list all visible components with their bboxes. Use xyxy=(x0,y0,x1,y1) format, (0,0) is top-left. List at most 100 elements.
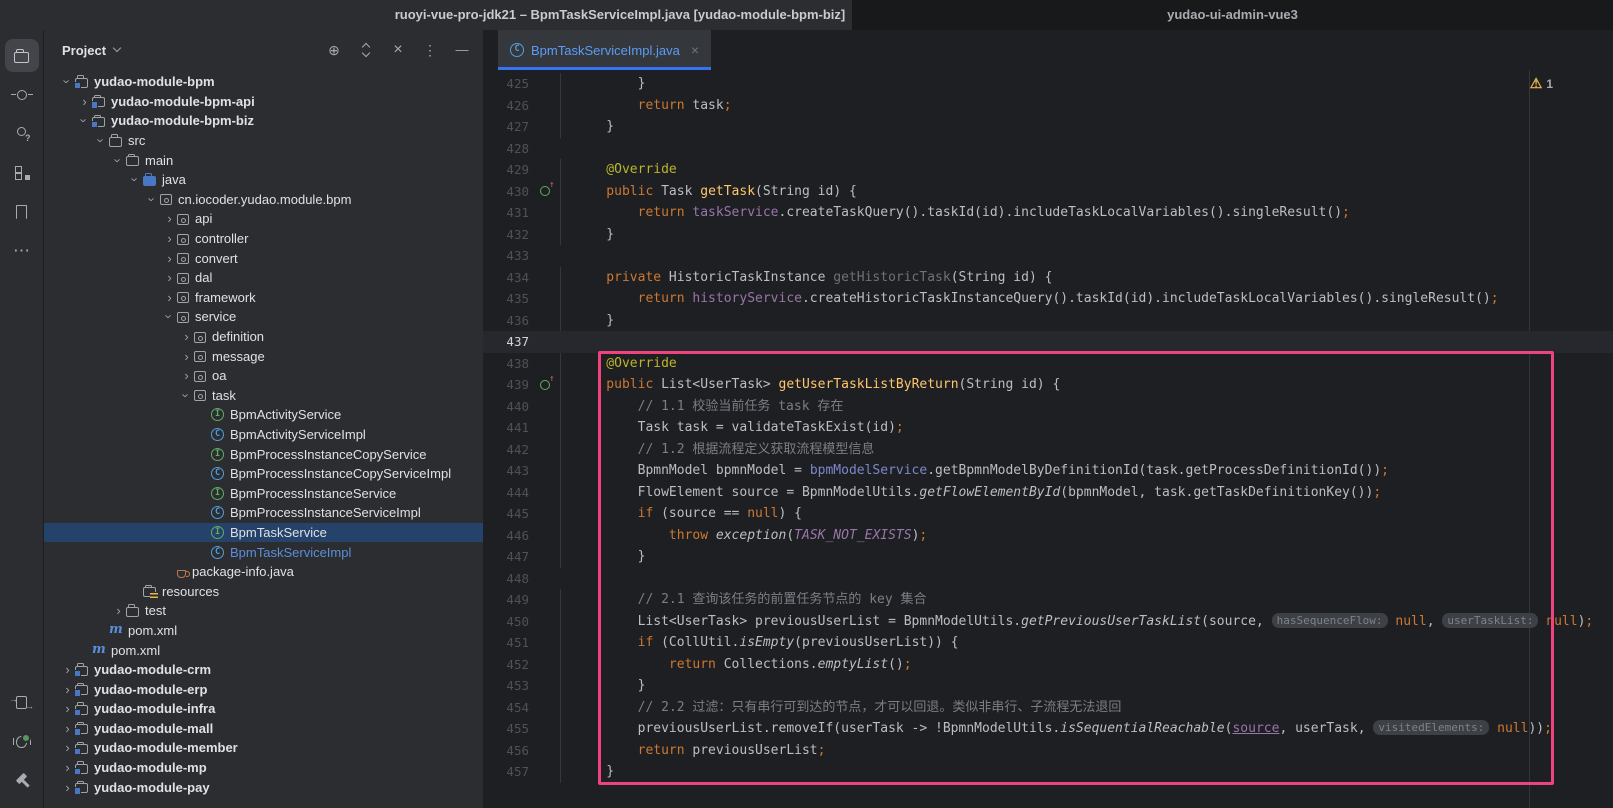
code-line-text: return previousUserList; xyxy=(560,740,1613,762)
code-line: 455 previousUserList.removeIf(userTask -… xyxy=(483,718,1613,740)
tree-chevron-icon[interactable] xyxy=(179,369,194,382)
tree-item[interactable]: api xyxy=(44,209,483,229)
tree-chevron-icon[interactable] xyxy=(77,95,92,108)
tree-item[interactable]: yudao-module-mall xyxy=(44,719,483,739)
tree-chevron-icon[interactable] xyxy=(179,350,194,363)
tree-item[interactable]: oa xyxy=(44,366,483,386)
tree-chevron-icon[interactable] xyxy=(179,330,194,343)
collapse-all-button[interactable]: × xyxy=(389,41,407,59)
tree-chevron-icon[interactable] xyxy=(77,114,92,127)
hide-panel-button[interactable]: — xyxy=(453,41,471,59)
tree-chevron-icon[interactable] xyxy=(162,212,177,225)
tab-bpmtaskserviceimpl[interactable]: BpmTaskServiceImpl.java xyxy=(498,30,711,70)
project-panel-title[interactable]: Project xyxy=(62,43,106,58)
tree-chevron-icon[interactable] xyxy=(162,232,177,245)
module-icon xyxy=(92,117,105,127)
tree-item[interactable]: convert xyxy=(44,248,483,268)
tree-chevron-icon[interactable] xyxy=(60,781,75,794)
tree-item[interactable]: service xyxy=(44,307,483,327)
tree-chevron-icon[interactable] xyxy=(60,761,75,774)
tree-item[interactable]: BpmActivityServiceImpl xyxy=(44,425,483,445)
project-tool-button[interactable] xyxy=(5,39,39,72)
close-tab-icon[interactable] xyxy=(691,42,699,58)
code-line: 433 xyxy=(483,245,1613,267)
resources-folder-icon xyxy=(143,587,156,597)
tree-chevron-icon[interactable] xyxy=(111,154,126,167)
tree-chevron-icon[interactable] xyxy=(60,702,75,715)
tree-item[interactable]: BpmActivityService xyxy=(44,405,483,425)
tree-item[interactable]: src xyxy=(44,131,483,151)
locate-button[interactable]: ⊕ xyxy=(325,41,343,59)
tree-chevron-icon[interactable] xyxy=(179,389,194,402)
tree-item[interactable]: yudao-module-member xyxy=(44,738,483,758)
tree-chevron-icon[interactable] xyxy=(60,741,75,754)
package-icon xyxy=(194,371,206,382)
bookmarks-tool-button[interactable] xyxy=(5,195,39,228)
tree-item[interactable]: BpmProcessInstanceServiceImpl xyxy=(44,503,483,523)
services-tool-button[interactable] xyxy=(5,686,39,719)
tree-chevron-icon[interactable] xyxy=(128,173,143,186)
more-options-button[interactable]: ⋮ xyxy=(421,41,439,59)
tree-chevron-icon[interactable] xyxy=(60,663,75,676)
overrides-method-icon[interactable] xyxy=(540,380,550,390)
tree-item[interactable]: task xyxy=(44,386,483,406)
tree-item[interactable]: controller xyxy=(44,229,483,249)
tree-chevron-icon[interactable] xyxy=(145,193,160,206)
line-number: 447 xyxy=(483,549,529,564)
tree-item[interactable]: test xyxy=(44,601,483,621)
build-tool-button[interactable] xyxy=(5,764,39,797)
tree-item[interactable]: BpmProcessInstanceService xyxy=(44,483,483,503)
tree-item[interactable]: yudao-module-bpm-biz xyxy=(44,111,483,131)
tree-item[interactable]: yudao-module-erp xyxy=(44,679,483,699)
tree-item[interactable]: java xyxy=(44,170,483,190)
title-bar-inactive-window[interactable]: yudao-ui-admin-vue3 xyxy=(852,0,1613,30)
tree-chevron-slot xyxy=(196,408,211,421)
tree-chevron-icon[interactable] xyxy=(111,604,126,617)
tree-item[interactable]: message xyxy=(44,346,483,366)
tree-item-label: yudao-module-pay xyxy=(94,780,210,795)
commit-tool-button[interactable] xyxy=(5,78,39,111)
tree-chevron-icon[interactable] xyxy=(60,722,75,735)
line-number: 431 xyxy=(483,205,529,220)
tree-item[interactable]: yudao-module-bpm xyxy=(44,72,483,92)
tree-item[interactable]: BpmTaskServiceImpl xyxy=(44,542,483,562)
tree-item[interactable]: BpmProcessInstanceCopyService xyxy=(44,444,483,464)
structure-tool-button[interactable] xyxy=(5,156,39,189)
tree-item[interactable]: framework xyxy=(44,288,483,308)
debug-tool-button[interactable] xyxy=(5,725,39,758)
tree-chevron-icon[interactable] xyxy=(94,134,109,147)
tree-item[interactable]: definition xyxy=(44,327,483,347)
tree-item[interactable]: cn.iocoder.yudao.module.bpm xyxy=(44,190,483,210)
java-source-folder-icon xyxy=(143,176,156,186)
tree-chevron-icon[interactable] xyxy=(162,310,177,323)
tree-chevron-icon[interactable] xyxy=(60,75,75,88)
tree-item[interactable]: yudao-module-pay xyxy=(44,777,483,797)
tree-item[interactable]: yudao-module-infra xyxy=(44,699,483,719)
expand-button[interactable] xyxy=(357,41,375,59)
code-line-text: throw exception(TASK_NOT_EXISTS); xyxy=(560,525,1613,547)
tree-item[interactable]: pom.xml xyxy=(44,621,483,641)
overrides-method-icon[interactable] xyxy=(540,186,550,196)
code-line: 430 public Task getTask(String id) { xyxy=(483,181,1613,203)
inspections-widget[interactable]: 1 xyxy=(1530,75,1553,92)
tree-item[interactable]: yudao-module-bpm-api xyxy=(44,92,483,112)
more-tools-tool-button[interactable]: ⋯ xyxy=(5,234,39,267)
pull-requests-tool-button[interactable] xyxy=(5,117,39,150)
tree-item[interactable]: BpmTaskService xyxy=(44,523,483,543)
tree-item[interactable]: yudao-module-mp xyxy=(44,758,483,778)
tree-chevron-icon[interactable] xyxy=(162,252,177,265)
tree-item[interactable]: main xyxy=(44,150,483,170)
tree-chevron-icon[interactable] xyxy=(162,271,177,284)
tree-item[interactable]: yudao-module-crm xyxy=(44,660,483,680)
tree-item[interactable]: BpmProcessInstanceCopyServiceImpl xyxy=(44,464,483,484)
interface-icon xyxy=(211,448,224,461)
tree-chevron-icon[interactable] xyxy=(162,291,177,304)
tree-item[interactable]: resources xyxy=(44,581,483,601)
code-editor[interactable]: 425 }426 return task;427 }428429 @Overri… xyxy=(483,70,1613,808)
tree-item-label: definition xyxy=(212,329,264,344)
tree-item[interactable]: dal xyxy=(44,268,483,288)
tree-item[interactable]: package-info.java xyxy=(44,562,483,582)
tree-chevron-icon[interactable] xyxy=(60,683,75,696)
tree-item[interactable]: pom.xml xyxy=(44,640,483,660)
package-icon xyxy=(194,351,206,362)
